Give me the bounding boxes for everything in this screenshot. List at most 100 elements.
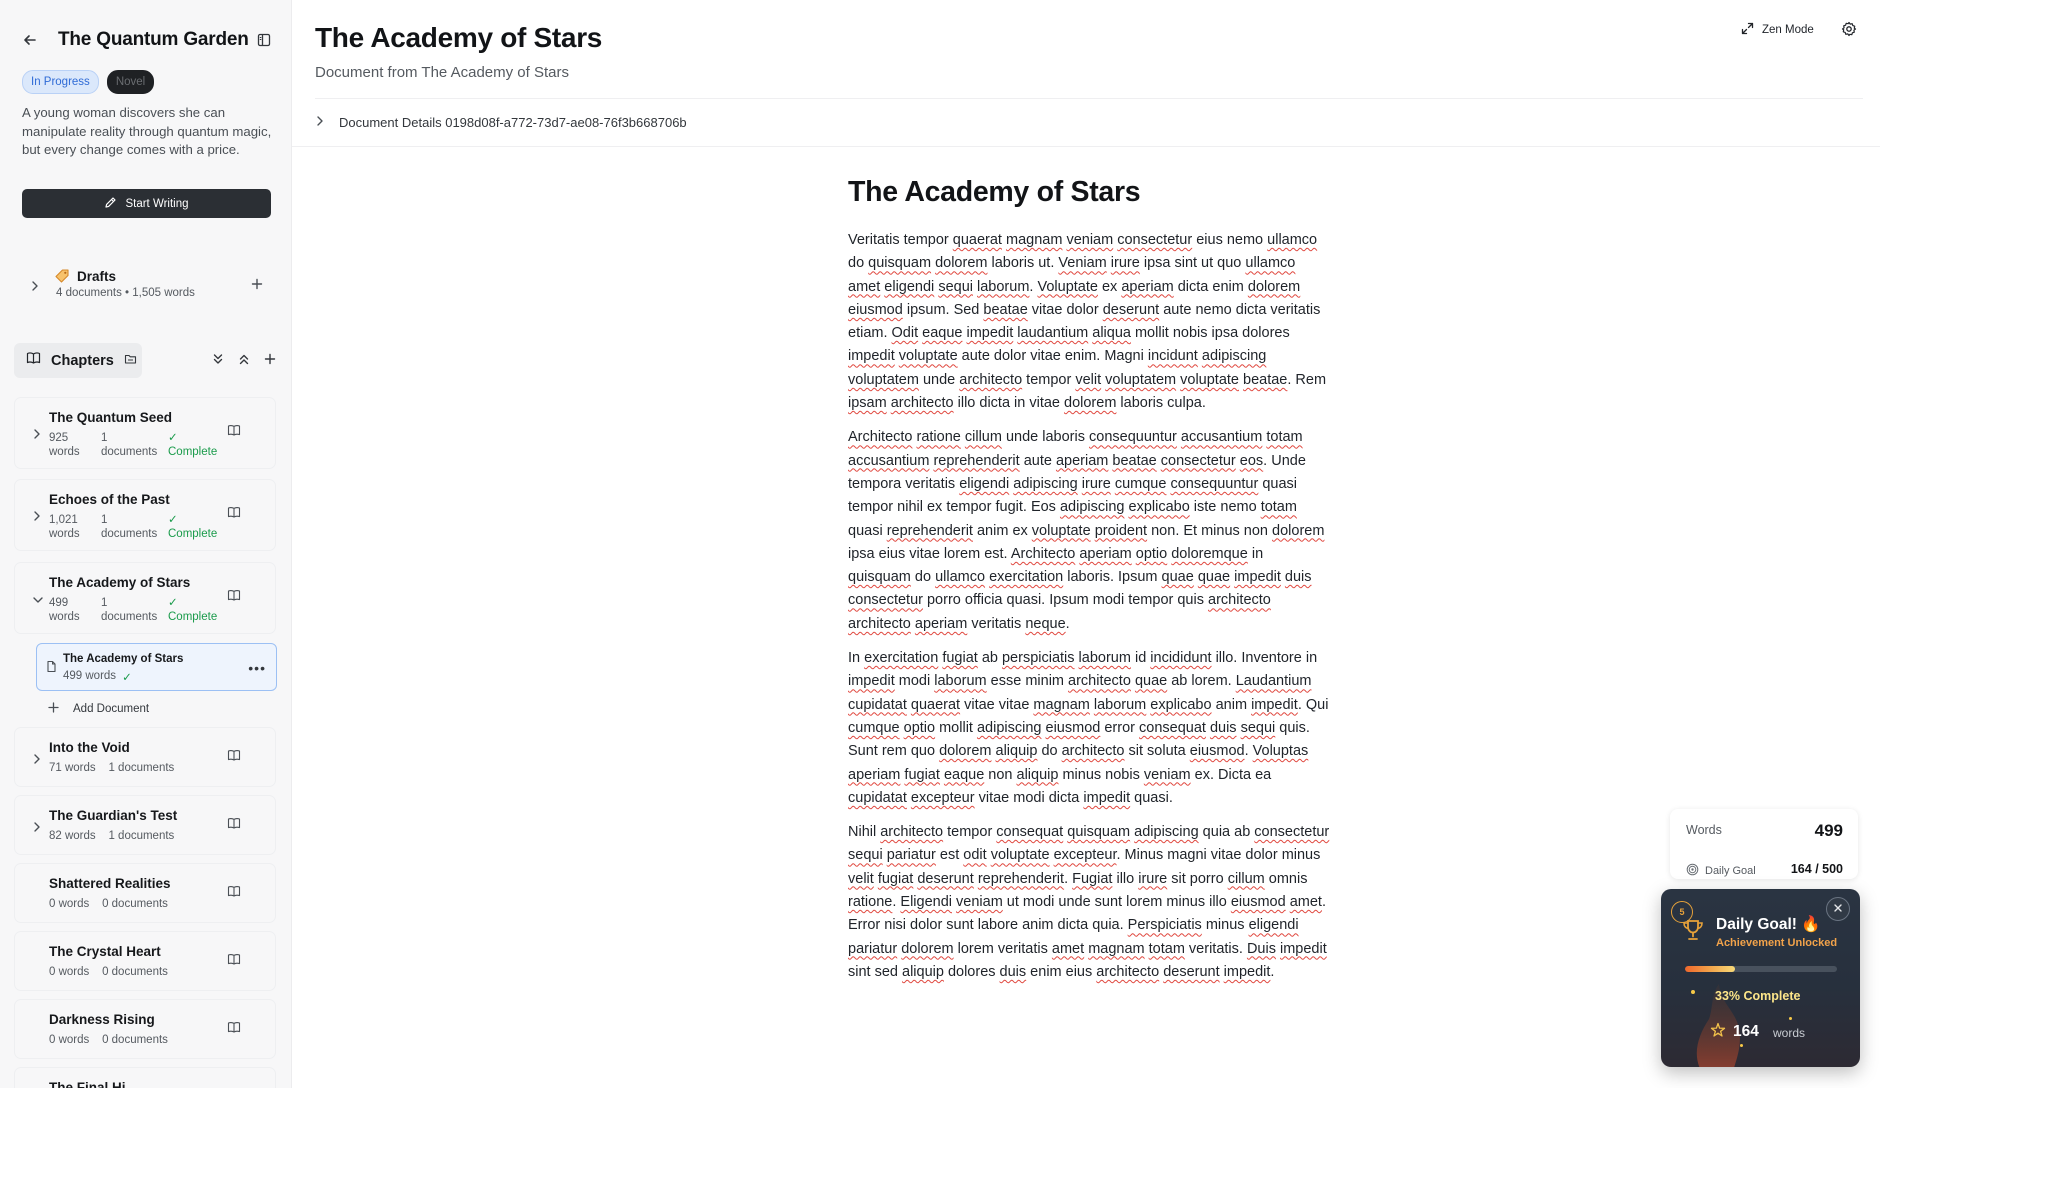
- achievement-toast: 5 Daily Goal! 🔥 Achievement Unlocked 33%…: [1661, 889, 1860, 1067]
- chevron-right-icon[interactable]: [32, 509, 42, 527]
- goal-word-unit: words: [1773, 1026, 1806, 1040]
- check-icon: ✓: [168, 597, 178, 609]
- drafts-label: Drafts: [77, 269, 117, 284]
- goal-progress-fill: [1685, 966, 1736, 972]
- add-document-button[interactable]: Add Document: [48, 702, 149, 716]
- paragraph: Veritatis tempor quaerat magnam veniam c…: [848, 232, 1327, 412]
- expand-all-icon[interactable]: [238, 352, 250, 371]
- target-icon: [1686, 863, 1699, 879]
- sparkle-icon: [1709, 1022, 1727, 1045]
- goal-percent: 33% Complete: [1715, 989, 1801, 1003]
- active-document-item[interactable]: The Academy of Stars 499 words ✓ •••: [36, 643, 277, 691]
- more-icon[interactable]: •••: [248, 660, 266, 676]
- drafts-folder[interactable]: Drafts 4 documents • 1,505 words: [14, 259, 276, 315]
- daily-goal-label: Daily Goal: [1705, 865, 1756, 877]
- chapter-item[interactable]: The Guardian's Test 82 words 1 documents: [14, 795, 276, 855]
- book-icon[interactable]: [227, 506, 241, 524]
- chapter-status: ✓ Complete: [168, 432, 218, 458]
- chapter-title: Shattered Realities: [49, 876, 171, 891]
- chapters-header: Chapters: [14, 343, 276, 379]
- check-icon: ✓: [122, 672, 132, 684]
- chapter-item[interactable]: Shattered Realities 0 words 0 documents: [14, 863, 276, 923]
- chevron-right-icon[interactable]: [30, 279, 40, 297]
- chapter-item[interactable]: Darkness Rising 0 words 0 documents: [14, 999, 276, 1059]
- chevron-down-icon[interactable]: [32, 592, 44, 610]
- editor-main: The Academy of Stars Document from The A…: [292, 0, 1880, 1088]
- chapter-word-count: 1,021 words: [49, 514, 80, 540]
- page-title: The Academy of Stars: [315, 22, 603, 53]
- plus-icon: [48, 702, 59, 716]
- chapter-title: The Crystal Heart: [49, 944, 161, 959]
- chapter-title: The Guardian's Test: [49, 808, 178, 823]
- document-word-count: 499 words: [63, 670, 117, 682]
- chapter-actions: [212, 352, 276, 371]
- sidebar: The Quantum Garden In Progress Novel A y…: [0, 0, 292, 1088]
- chapter-status: ✓ Complete: [168, 514, 218, 540]
- toast-title: Daily Goal! 🔥: [1716, 916, 1821, 933]
- chapter-item-active[interactable]: The Academy of Stars 499 words 1 documents…: [14, 562, 276, 634]
- book-icon[interactable]: [227, 1021, 241, 1039]
- chapter-title: The Quantum Seed: [49, 410, 173, 425]
- project-title: The Quantum Garden: [58, 29, 249, 50]
- folder-icon: [124, 352, 137, 370]
- chapter-item[interactable]: The Final Hi...: [14, 1067, 276, 1088]
- sparkle-dot: [1691, 990, 1695, 994]
- drafts-meta: 4 documents • 1,505 words: [56, 287, 195, 299]
- tag-icon: [54, 268, 70, 289]
- chevron-right-icon[interactable]: [32, 820, 42, 838]
- sidebar-toggle-icon[interactable]: [257, 33, 271, 47]
- check-icon: ✓: [168, 514, 178, 526]
- add-chapter-icon[interactable]: [264, 352, 276, 371]
- start-writing-button[interactable]: Start Writing: [22, 189, 271, 218]
- chapter-meta: 82 words 1 documents: [49, 830, 175, 842]
- gear-icon[interactable]: [1841, 21, 1857, 42]
- divider: [315, 98, 1863, 99]
- chevron-right-icon[interactable]: [32, 752, 42, 770]
- book-icon[interactable]: [227, 817, 241, 835]
- paragraph: Nihil architecto tempor consequat quisqu…: [848, 824, 1330, 980]
- add-document-label: Add Document: [73, 703, 150, 715]
- book-icon[interactable]: [227, 885, 241, 903]
- chapter-word-count: 925 words: [49, 432, 80, 458]
- plus-icon[interactable]: [251, 277, 263, 295]
- close-icon: [1833, 900, 1843, 918]
- chapter-item[interactable]: Into the Void 71 words 1 documents: [14, 727, 276, 787]
- chapter-doc-count: 1 documents: [101, 432, 158, 458]
- document-meta: 499 words ✓: [63, 670, 132, 684]
- document-editor[interactable]: The Academy of Stars Veritatis tempor qu…: [848, 176, 1330, 995]
- close-button[interactable]: [1826, 897, 1850, 921]
- chevron-right-icon[interactable]: [32, 427, 42, 445]
- genre-badge: Novel: [106, 70, 155, 94]
- chapter-title: The Academy of Stars: [49, 575, 191, 590]
- book-icon[interactable]: [227, 953, 241, 971]
- book-icon[interactable]: [227, 589, 241, 607]
- collapse-all-icon[interactable]: [212, 352, 224, 371]
- daily-goal-value: 164 / 500: [1790, 862, 1843, 876]
- document-details-toggle[interactable]: Document Details 0198d08f-a772-73d7-ae08…: [315, 115, 687, 130]
- chapters-tab[interactable]: Chapters: [14, 343, 142, 378]
- project-header: The Quantum Garden: [22, 26, 279, 54]
- divider: [292, 146, 1880, 147]
- status-badge: In Progress: [22, 70, 99, 94]
- project-tags: In Progress Novel: [22, 70, 155, 94]
- sparkle-dot: [1789, 1017, 1792, 1020]
- book-icon[interactable]: [227, 749, 241, 767]
- chapter-item[interactable]: Echoes of the Past 1,021 words 1 documents…: [14, 479, 276, 551]
- goal-word-count: 164: [1733, 1023, 1759, 1040]
- zen-mode-button[interactable]: Zen Mode: [1741, 22, 1814, 38]
- page-subtitle: Document from The Academy of Stars: [315, 64, 569, 81]
- chapter-item[interactable]: The Quantum Seed 925 words 1 documents ✓ Co…: [14, 397, 276, 469]
- expand-icon: [1741, 22, 1754, 38]
- back-arrow-icon[interactable]: [22, 32, 38, 48]
- chapter-meta: 71 words 1 documents: [49, 762, 175, 774]
- chapter-item[interactable]: The Crystal Heart 0 words 0 documents: [14, 931, 276, 991]
- goal-progress-bar: [1685, 966, 1837, 972]
- chapter-meta: 0 words 0 documents: [49, 966, 168, 978]
- book-open-icon: [26, 351, 41, 370]
- book-icon[interactable]: [227, 424, 241, 442]
- chapter-title: Darkness Rising: [49, 1012, 155, 1027]
- word-stats-widget: Words 499 Daily Goal 164 / 500: [1670, 809, 1858, 879]
- chapter-meta: 0 words 0 documents: [49, 898, 168, 910]
- chapter-title: Into the Void: [49, 740, 130, 755]
- document-title: The Academy of Stars: [63, 653, 184, 665]
